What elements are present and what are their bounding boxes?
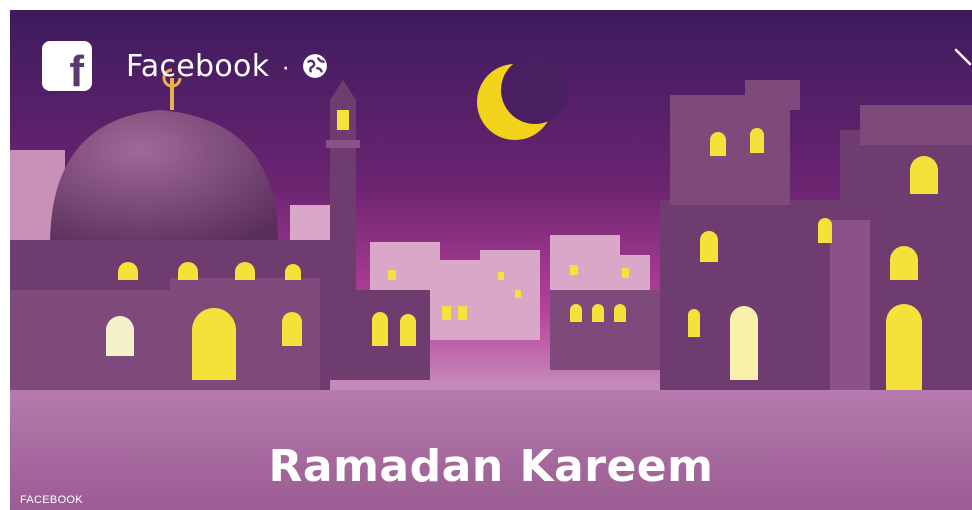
chevron-icon[interactable] [952, 46, 972, 76]
post-image-frame[interactable]: f Facebook · Ramadan Kareem FACEBOOK [10, 10, 972, 510]
source-name[interactable]: Facebook [126, 49, 269, 84]
image-caption: Ramadan Kareem [268, 441, 714, 492]
minaret [326, 80, 360, 300]
globe-icon[interactable] [302, 53, 328, 79]
facebook-f-icon[interactable]: f [42, 41, 92, 94]
post-header: f Facebook · [42, 38, 328, 94]
image-credit: FACEBOOK [20, 494, 83, 506]
separator-dot: · [281, 50, 291, 81]
